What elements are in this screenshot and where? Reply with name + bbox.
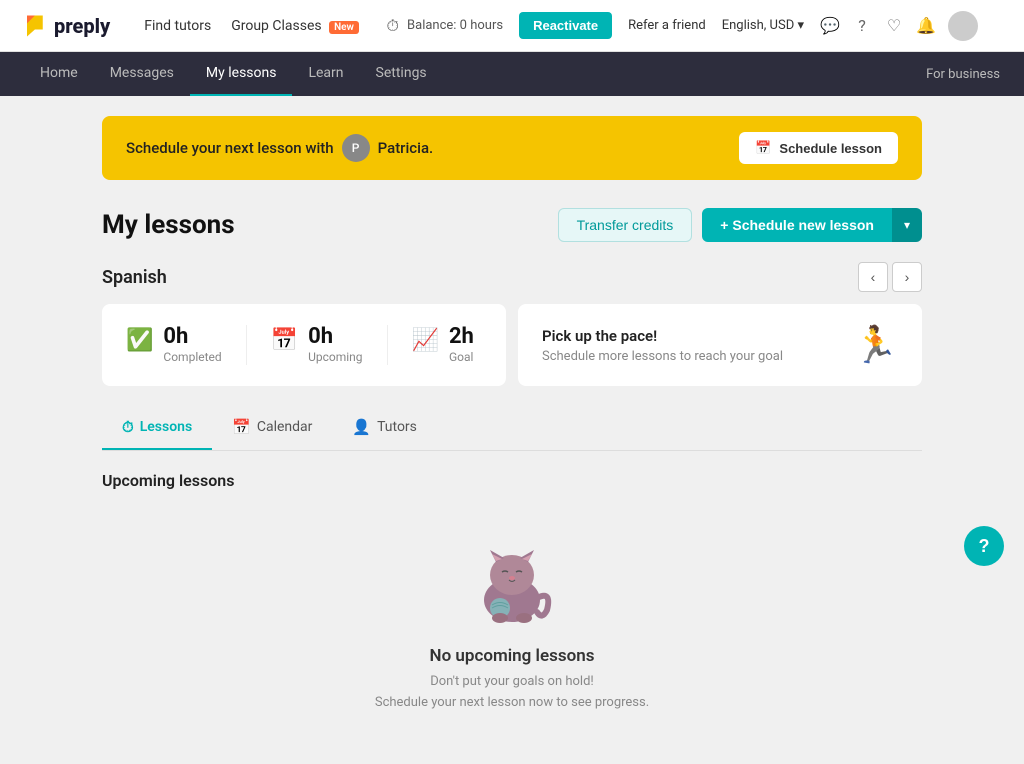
upcoming-label: Upcoming <box>308 350 362 364</box>
language-title: Spanish <box>102 267 167 288</box>
banner-schedule-button[interactable]: 📅 Schedule lesson <box>739 132 898 164</box>
cat-illustration <box>462 540 562 630</box>
pace-card: Pick up the pace! Schedule more lessons … <box>518 304 922 386</box>
new-badge: New <box>329 21 359 34</box>
calendar-icon: 📅 <box>755 140 771 156</box>
balance-icon: ⏱ <box>387 16 399 36</box>
top-nav-right: ⏱ Balance: 0 hours Reactivate Refer a fr… <box>387 11 1004 41</box>
secondary-nav-links: Home Messages My lessons Learn Settings <box>24 52 926 96</box>
lessons-tabs: ⏱ Lessons 📅 Calendar 👤 Tutors <box>102 406 922 451</box>
transfer-credits-button[interactable]: Transfer credits <box>558 208 693 242</box>
tab-lessons[interactable]: ⏱ Lessons <box>102 406 212 450</box>
top-nav-links: Find tutors Group Classes New <box>144 18 362 34</box>
main-content: Schedule your next lesson with P Patrici… <box>82 96 942 764</box>
nav-learn[interactable]: Learn <box>292 52 359 96</box>
nav-my-lessons[interactable]: My lessons <box>190 52 293 96</box>
lessons-header: My lessons Transfer credits + Schedule n… <box>102 208 922 242</box>
find-tutors-link[interactable]: Find tutors <box>144 18 211 34</box>
completed-icon: ✅ <box>126 328 153 353</box>
nav-home[interactable]: Home <box>24 52 94 96</box>
spanish-section: Spanish ‹ › ✅ 0h Completed 📅 <box>102 262 922 386</box>
upcoming-title: Upcoming lessons <box>102 471 922 490</box>
reactivate-button[interactable]: Reactivate <box>519 12 612 39</box>
completed-value: 0h <box>163 326 221 348</box>
completed-label: Completed <box>163 350 221 364</box>
upcoming-stat: 📅 0h Upcoming <box>271 326 363 364</box>
stat-divider <box>246 325 247 365</box>
group-classes-link[interactable]: Group Classes New <box>231 18 359 34</box>
calendar-tab-icon: 📅 <box>232 418 251 436</box>
tab-tutors[interactable]: 👤 Tutors <box>332 406 437 450</box>
empty-title: No upcoming lessons <box>430 646 595 666</box>
stats-grid: ✅ 0h Completed 📅 0h Upcoming 📈 <box>102 304 922 386</box>
tutors-tab-label: Tutors <box>377 419 417 435</box>
pace-subtitle: Schedule more lessons to reach your goal <box>542 349 783 364</box>
help-icon[interactable]: ? <box>852 16 872 36</box>
completed-stat: ✅ 0h Completed <box>126 326 222 364</box>
for-business-link[interactable]: For business <box>926 67 1000 82</box>
page-title: My lessons <box>102 210 235 240</box>
secondary-navigation: Home Messages My lessons Learn Settings … <box>0 52 1024 96</box>
schedule-banner: Schedule your next lesson with P Patrici… <box>102 116 922 180</box>
language-header: Spanish ‹ › <box>102 262 922 292</box>
upcoming-value: 0h <box>308 326 362 348</box>
nav-icons: 💬 ? ♡ 🔔 <box>820 11 978 41</box>
goal-icon: 📈 <box>412 328 439 353</box>
stat-divider-2 <box>387 325 388 365</box>
balance-info: ⏱ Balance: 0 hours <box>387 16 504 36</box>
bell-icon[interactable]: 🔔 <box>916 16 936 36</box>
empty-state: No upcoming lessons Don't put your goals… <box>102 520 922 744</box>
help-button[interactable]: ? <box>964 526 1004 566</box>
top-navigation: preply Find tutors Group Classes New ⏱ B… <box>0 0 1024 52</box>
goal-stat: 📈 2h Goal <box>412 326 474 364</box>
language-select[interactable]: English, USD ▾ <box>722 18 804 33</box>
empty-subtitle: Don't put your goals on hold! Schedule y… <box>375 672 649 714</box>
pace-illustration: 🏃 <box>853 324 898 366</box>
user-avatar[interactable] <box>948 11 978 41</box>
next-arrow-button[interactable]: › <box>892 262 922 292</box>
schedule-new-dropdown[interactable]: ▾ <box>892 208 922 242</box>
lessons-tab-icon: ⏱ <box>122 418 134 436</box>
nav-messages[interactable]: Messages <box>94 52 190 96</box>
banner-text: Schedule your next lesson with P Patrici… <box>126 134 433 162</box>
tab-calendar[interactable]: 📅 Calendar <box>212 406 332 450</box>
balance-text: Balance: 0 hours <box>407 18 503 33</box>
section-navigation-arrows: ‹ › <box>858 262 922 292</box>
goal-value: 2h <box>449 326 474 348</box>
nav-settings[interactable]: Settings <box>360 52 443 96</box>
schedule-new-wrapper: + Schedule new lesson ▾ <box>702 208 922 242</box>
stats-card: ✅ 0h Completed 📅 0h Upcoming 📈 <box>102 304 506 386</box>
upcoming-section: Upcoming lessons <box>102 471 922 744</box>
tutor-avatar: P <box>342 134 370 162</box>
tutor-name: Patricia. <box>378 139 434 157</box>
heart-icon[interactable]: ♡ <box>884 16 904 36</box>
goal-label: Goal <box>449 350 474 364</box>
tutors-tab-icon: 👤 <box>352 418 371 436</box>
schedule-new-button[interactable]: + Schedule new lesson <box>702 208 892 242</box>
logo[interactable]: preply <box>20 12 110 40</box>
banner-text-prefix: Schedule your next lesson with <box>126 139 334 157</box>
lessons-tab-label: Lessons <box>140 419 192 435</box>
refer-friend-link[interactable]: Refer a friend <box>628 18 706 33</box>
upcoming-icon: 📅 <box>271 328 298 353</box>
prev-arrow-button[interactable]: ‹ <box>858 262 888 292</box>
calendar-tab-label: Calendar <box>257 419 313 435</box>
chat-icon[interactable]: 💬 <box>820 16 840 36</box>
pace-title: Pick up the pace! <box>542 327 783 345</box>
header-actions: Transfer credits + Schedule new lesson ▾ <box>558 208 922 242</box>
